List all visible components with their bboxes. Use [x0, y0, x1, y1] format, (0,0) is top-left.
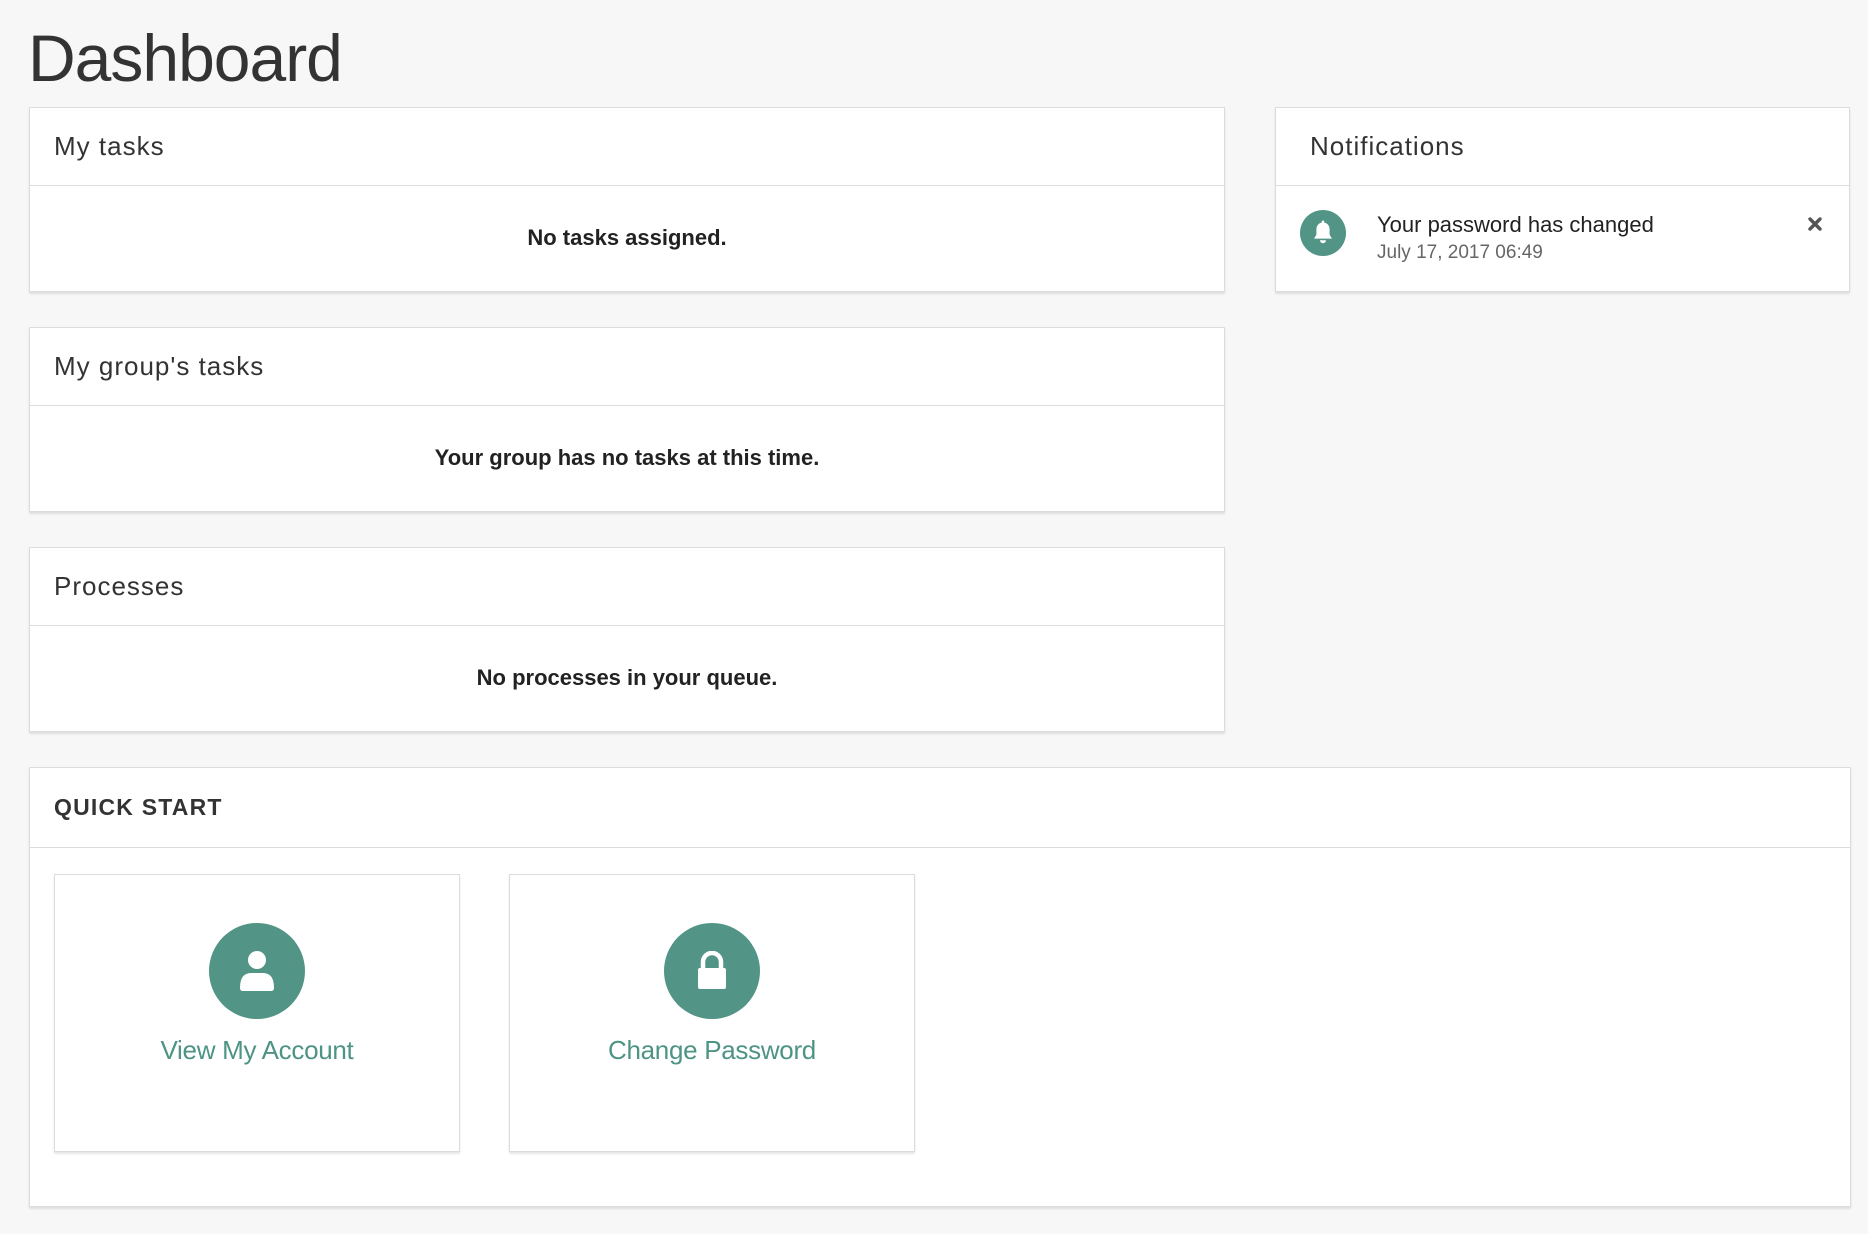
close-icon[interactable] [1803, 212, 1827, 236]
notifications-panel: Notifications Your password has changed … [1275, 107, 1850, 292]
group-tasks-header: My group's tasks [30, 328, 1224, 406]
notifications-header: Notifications [1276, 108, 1849, 186]
my-tasks-header: My tasks [30, 108, 1224, 186]
view-my-account-label: View My Account [160, 1035, 354, 1065]
change-password-card[interactable]: Change Password [509, 874, 915, 1152]
processes-title: Processes [54, 571, 185, 601]
notifications-title: Notifications [1310, 131, 1465, 161]
my-tasks-panel: My tasks No tasks assigned. [29, 107, 1225, 292]
change-password-label: Change Password [608, 1035, 816, 1065]
processes-panel: Processes No processes in your queue. [29, 547, 1225, 732]
processes-empty-message: No processes in your queue. [476, 665, 778, 690]
notification-item[interactable]: Your password has changed July 17, 2017 … [1276, 186, 1849, 290]
group-tasks-panel: My group's tasks Your group has no tasks… [29, 327, 1225, 512]
notification-timestamp: July 17, 2017 06:49 [1377, 242, 1543, 263]
processes-header: Processes [30, 548, 1224, 626]
bell-icon [1300, 210, 1346, 256]
my-tasks-title: My tasks [54, 131, 165, 161]
group-tasks-title: My group's tasks [54, 351, 265, 381]
user-icon [209, 923, 305, 1019]
page-title: Dashboard [28, 21, 343, 95]
quick-start-title: QUICK START [54, 794, 223, 820]
notification-title: Your password has changed [1377, 212, 1654, 237]
view-my-account-card[interactable]: View My Account [54, 874, 460, 1152]
my-tasks-empty-message: No tasks assigned. [527, 225, 727, 250]
group-tasks-empty-message: Your group has no tasks at this time. [434, 445, 820, 470]
lock-icon [664, 923, 760, 1019]
quick-start-panel: QUICK START View My Account Change Passw… [29, 767, 1851, 1207]
quick-start-header: QUICK START [30, 768, 1850, 848]
